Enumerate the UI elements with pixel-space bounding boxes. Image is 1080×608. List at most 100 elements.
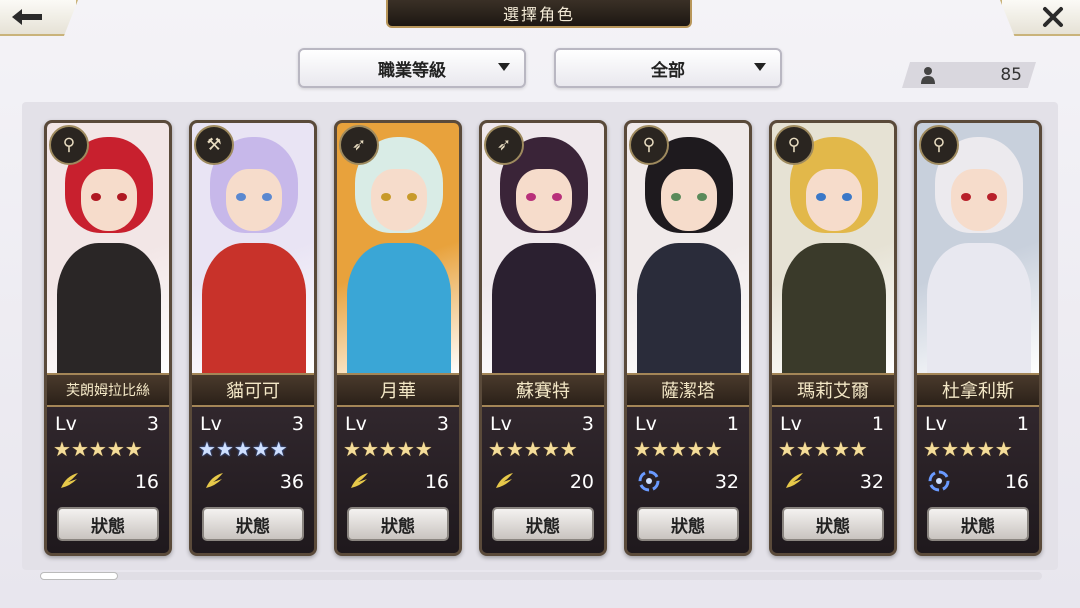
status-button[interactable]: 狀態 xyxy=(347,507,449,541)
star-icon: ★ xyxy=(251,437,270,461)
level-value: 1 xyxy=(1016,413,1029,435)
wind-element-icon xyxy=(786,473,803,488)
character-stats: Lv 3 ★★★★★ 16 狀態 xyxy=(337,407,459,553)
scope-label: 全部 xyxy=(651,60,685,81)
status-button-label: 狀態 xyxy=(381,516,415,537)
star-icon: ★ xyxy=(831,437,850,461)
level-label: Lv xyxy=(635,413,657,435)
wind-element-icon xyxy=(351,473,368,488)
scroll-track xyxy=(40,572,1042,580)
star-icon: ★ xyxy=(813,437,832,461)
owned-count: 85 xyxy=(1000,65,1022,85)
status-button-label: 狀態 xyxy=(816,516,850,537)
scope-dropdown[interactable]: 全部 xyxy=(554,48,782,88)
star-icon: ★ xyxy=(396,437,415,461)
star-icon: ★ xyxy=(541,437,560,461)
level-label: Lv xyxy=(490,413,512,435)
character-stats: Lv 1 ★★★★★ 32 狀態 xyxy=(772,407,894,553)
level-label: Lv xyxy=(345,413,367,435)
star-icon: ★ xyxy=(233,437,252,461)
character-card[interactable]: ⚲ 芙朗姆拉比絲 Lv 3 ★★★★★ 16 狀態 xyxy=(44,120,172,556)
character-name: 杜拿利斯 xyxy=(942,381,1014,402)
page-title-plate: 選擇角色 xyxy=(386,0,692,28)
status-button-label: 狀態 xyxy=(961,516,995,537)
character-card[interactable]: ⚲ 薩潔塔 Lv 1 ★★★★★ 32 狀態 xyxy=(624,120,752,556)
cost-value: 32 xyxy=(714,471,739,493)
status-button[interactable]: 狀態 xyxy=(492,507,594,541)
close-button[interactable] xyxy=(1000,0,1080,36)
close-x-icon xyxy=(1043,7,1063,27)
status-button[interactable]: 狀態 xyxy=(927,507,1029,541)
staff-weapon-icon: ⚲ xyxy=(629,125,669,165)
character-name: 月華 xyxy=(380,381,416,402)
rarity-stars: ★★★★★ xyxy=(633,437,723,461)
star-icon: ★ xyxy=(124,437,143,461)
status-button-label: 狀態 xyxy=(91,516,125,537)
star-icon: ★ xyxy=(940,437,959,461)
element-badge xyxy=(782,469,806,493)
star-icon: ★ xyxy=(414,437,433,461)
star-icon: ★ xyxy=(686,437,705,461)
star-icon: ★ xyxy=(976,437,995,461)
job-level-dropdown[interactable]: 職業等級 xyxy=(298,48,526,88)
star-icon: ★ xyxy=(958,437,977,461)
level-value: 3 xyxy=(581,413,594,435)
rarity-stars: ★★★★★ xyxy=(343,437,433,461)
status-button[interactable]: 狀態 xyxy=(57,507,159,541)
cost-value: 32 xyxy=(859,471,884,493)
character-card[interactable]: ➶ 蘇賽特 Lv 3 ★★★★★ 20 狀態 xyxy=(479,120,607,556)
character-card[interactable]: ⚲ 杜拿利斯 Lv 1 ★★★★★ 16 狀態 xyxy=(914,120,1042,556)
character-stats: Lv 3 ★★★★★ 16 狀態 xyxy=(47,407,169,553)
rarity-stars: ★★★★★ xyxy=(53,437,143,461)
staff-weapon-icon: ⚲ xyxy=(919,125,959,165)
element-badge xyxy=(927,469,951,493)
character-name: 蘇賽特 xyxy=(516,381,570,402)
character-card[interactable]: ⚲ 瑪莉艾爾 Lv 1 ★★★★★ 32 狀態 xyxy=(769,120,897,556)
star-icon: ★ xyxy=(778,437,796,461)
character-card[interactable]: ➶ 月華 Lv 3 ★★★★★ 16 狀態 xyxy=(334,120,462,556)
arrow-left-icon xyxy=(12,9,42,25)
status-button[interactable]: 狀態 xyxy=(637,507,739,541)
character-name-bar: 瑪莉艾爾 xyxy=(772,373,894,407)
level-value: 3 xyxy=(146,413,159,435)
star-icon: ★ xyxy=(505,437,524,461)
star-icon: ★ xyxy=(70,437,89,461)
owned-count-box: 85 xyxy=(902,62,1036,88)
back-button[interactable] xyxy=(0,0,78,36)
level-value: 3 xyxy=(291,413,304,435)
character-stats: Lv 3 ★★★★★ 36 狀態 xyxy=(192,407,314,553)
element-badge xyxy=(492,469,516,493)
level-label: Lv xyxy=(55,413,77,435)
status-button[interactable]: 狀態 xyxy=(782,507,884,541)
status-button-label: 狀態 xyxy=(526,516,560,537)
scrollbar-thumb[interactable] xyxy=(40,572,118,580)
staff-weapon-icon: ⚲ xyxy=(774,125,814,165)
character-name: 貓可可 xyxy=(226,381,280,402)
character-card[interactable]: ⚒ 貓可可 Lv 3 ★★★★★ 36 狀態 xyxy=(189,120,317,556)
star-icon: ★ xyxy=(269,437,288,461)
star-icon: ★ xyxy=(88,437,107,461)
character-name-bar: 蘇賽特 xyxy=(482,373,604,407)
rarity-stars: ★★★★★ xyxy=(198,437,288,461)
element-badge xyxy=(57,469,81,493)
rarity-stars: ★★★★★ xyxy=(778,437,868,461)
job-level-label: 職業等級 xyxy=(378,60,446,81)
star-icon: ★ xyxy=(559,437,578,461)
wind-element-icon xyxy=(206,473,223,488)
level-label: Lv xyxy=(925,413,947,435)
status-button-label: 狀態 xyxy=(236,516,270,537)
wind-element-icon xyxy=(61,473,78,488)
cost-value: 16 xyxy=(134,471,159,493)
star-icon: ★ xyxy=(488,437,506,461)
level-label: Lv xyxy=(200,413,222,435)
level-value: 1 xyxy=(871,413,884,435)
star-icon: ★ xyxy=(215,437,234,461)
star-icon: ★ xyxy=(343,437,361,461)
star-icon: ★ xyxy=(378,437,397,461)
spear-weapon-icon: ➶ xyxy=(484,125,524,165)
status-button[interactable]: 狀態 xyxy=(202,507,304,541)
wind-element-icon xyxy=(496,473,513,488)
character-name: 薩潔塔 xyxy=(661,381,715,402)
rarity-stars: ★★★★★ xyxy=(488,437,578,461)
character-name-bar: 月華 xyxy=(337,373,459,407)
